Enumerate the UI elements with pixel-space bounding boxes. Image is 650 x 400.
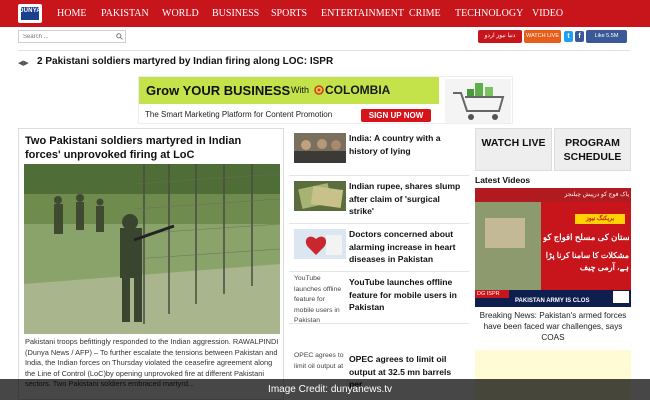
nav-video[interactable]: VIDEO bbox=[532, 8, 563, 19]
video-frame bbox=[475, 188, 631, 307]
colombia-logo-icon bbox=[314, 85, 324, 95]
image-credit: Image Credit: dunyanews.tv bbox=[268, 384, 392, 395]
story-title[interactable]: India: A country with a history of lying bbox=[349, 132, 465, 157]
ad-banner[interactable]: Grow YOUR BUSINESS With COLOMBIA The Sma… bbox=[138, 76, 513, 124]
right-sidebar: WATCH LIVE PROGRAM SCHEDULE Latest Video… bbox=[475, 128, 631, 400]
ad-brand: COLOMBIA bbox=[325, 83, 391, 97]
nav-entertainment[interactable]: ENTERTAINMENT bbox=[321, 8, 404, 19]
ticker-icon: ◀▶ bbox=[18, 60, 29, 67]
ad-headline: Grow YOUR BUSINESS bbox=[146, 83, 291, 98]
latest-video-thumbnail[interactable]: پاک فوج کو درپیش چیلنجز بریکنگ نیوز پاکس… bbox=[475, 188, 631, 307]
top-navigation: DUNYA HOME PAKISTAN WORLD BUSINESS SPORT… bbox=[0, 0, 650, 27]
nav-technology[interactable]: TECHNOLOGY bbox=[455, 8, 523, 19]
search-input[interactable] bbox=[18, 30, 126, 43]
story-thumbnail[interactable] bbox=[294, 229, 346, 259]
urdu-news-button[interactable]: دنیا نیوز اردو bbox=[478, 30, 522, 43]
list-item[interactable]: Doctors concerned about alarming increas… bbox=[289, 224, 469, 272]
facebook-like-button[interactable]: Like 5.5M bbox=[586, 30, 627, 43]
ad-with: With bbox=[291, 85, 309, 95]
video-overlay-line3: مشکلات کا سامنا کرنا پڑا ہے، آرمی چیف bbox=[545, 251, 629, 272]
main-story-card[interactable]: Two Pakistani soldiers martyred in India… bbox=[18, 128, 284, 400]
watch-live-tile[interactable]: WATCH LIVE bbox=[475, 128, 552, 171]
nav-business[interactable]: BUSINESS bbox=[212, 8, 259, 19]
video-ispr-tag: DG ISPR bbox=[477, 291, 500, 297]
main-story-title[interactable]: Two Pakistani soldiers martyred in India… bbox=[25, 134, 279, 162]
story-title[interactable]: YouTube launches offline feature for mob… bbox=[349, 276, 465, 314]
dunya-logo[interactable]: DUNYA bbox=[18, 4, 42, 23]
facebook-icon[interactable]: f bbox=[575, 31, 584, 42]
main-story-image[interactable] bbox=[24, 164, 280, 334]
story-list: India: A country with a history of lying… bbox=[289, 128, 469, 400]
list-item[interactable]: YouTube launches offline feature for mob… bbox=[289, 272, 469, 324]
list-item[interactable]: Indian rupee, shares slump after claim o… bbox=[289, 176, 469, 224]
ad-tagline: The Smart Marketing Platform for Content… bbox=[145, 110, 333, 119]
logo-text: DUNYA bbox=[19, 8, 41, 14]
shopping-cart-icon bbox=[445, 79, 511, 123]
breaking-ticker[interactable]: 2 Pakistani soldiers martyred by Indian … bbox=[37, 56, 333, 67]
nav-home[interactable]: HOME bbox=[57, 8, 86, 19]
story-thumbnail[interactable] bbox=[294, 133, 346, 163]
video-army-tag: PAKISTAN ARMY IS CLOS bbox=[515, 298, 590, 304]
header-divider bbox=[18, 50, 630, 51]
list-item[interactable]: India: A country with a history of lying bbox=[289, 128, 469, 176]
nav-pakistan[interactable]: PAKISTAN bbox=[101, 8, 149, 19]
nav-world[interactable]: WORLD bbox=[162, 8, 199, 19]
search-icon[interactable] bbox=[116, 33, 123, 40]
twitter-icon[interactable]: t bbox=[564, 31, 573, 42]
story-thumbnail[interactable] bbox=[294, 181, 346, 211]
program-schedule-tile[interactable]: PROGRAM SCHEDULE bbox=[554, 128, 631, 171]
story-title[interactable]: Indian rupee, shares slump after claim o… bbox=[349, 180, 465, 218]
story-thumbnail-text[interactable]: YouTube launches offline feature for mob… bbox=[294, 274, 346, 327]
story-title[interactable]: Doctors concerned about alarming increas… bbox=[349, 228, 465, 266]
nav-sports[interactable]: SPORTS bbox=[271, 8, 307, 19]
nav-crime[interactable]: CRIME bbox=[409, 8, 441, 19]
watch-live-button[interactable]: WATCH LIVE bbox=[524, 30, 561, 43]
latest-videos-heading: Latest Videos bbox=[475, 175, 531, 185]
video-overlay-line1: پاک فوج کو درپیش چیلنجز bbox=[564, 192, 629, 198]
video-overlay-line2: پاکستان کی مسلح افواج کو bbox=[543, 232, 629, 242]
video-breaking-tag: بریکنگ نیوز bbox=[585, 216, 615, 222]
latest-video-caption[interactable]: Breaking News: Pakistan's armed forces h… bbox=[475, 310, 631, 343]
story-thumbnail-text[interactable]: OPEC agrees to limit oil output at bbox=[294, 351, 346, 372]
ad-signup-button[interactable]: SIGN UP NOW bbox=[361, 109, 431, 122]
